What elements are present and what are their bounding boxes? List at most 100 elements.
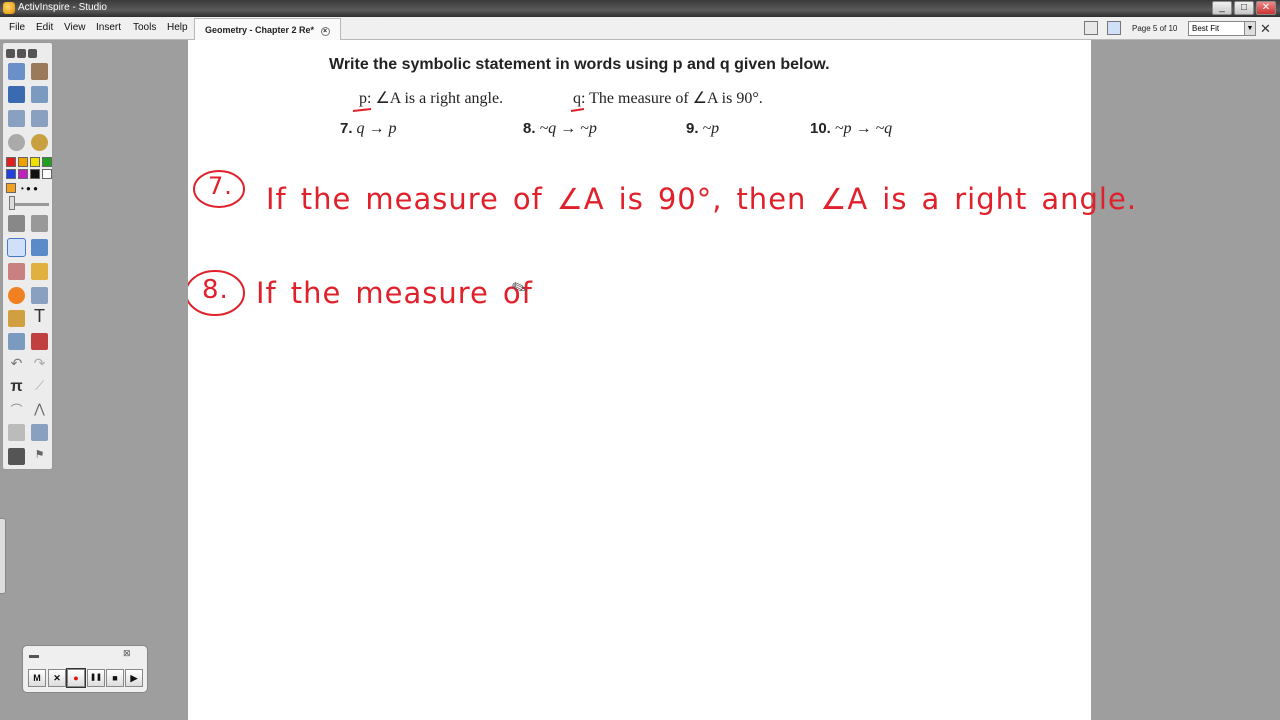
magic-icon[interactable] bbox=[31, 134, 48, 151]
ruler-icon[interactable]: ⌒ bbox=[8, 401, 25, 418]
minimize-button[interactable]: _ bbox=[1212, 1, 1232, 15]
handwritten-word: ∠A bbox=[556, 182, 605, 216]
grid-icon[interactable] bbox=[1107, 21, 1121, 35]
handwritten-word: measure bbox=[355, 276, 489, 310]
stop-button[interactable]: ■ bbox=[106, 669, 124, 687]
window-title: ActivInspire - Studio bbox=[18, 2, 107, 13]
menu-view[interactable]: View bbox=[64, 22, 86, 33]
compass-icon[interactable]: ⋀ bbox=[31, 401, 48, 418]
recorder-close-icon[interactable]: ⊠ bbox=[123, 648, 131, 659]
recorder-menu-button[interactable]: M bbox=[28, 669, 46, 687]
more-colors-icon[interactable] bbox=[6, 183, 16, 193]
p-underline bbox=[352, 108, 372, 112]
recorder-icon: ▬ bbox=[29, 650, 39, 661]
color-swatch-yellow[interactable] bbox=[30, 157, 40, 167]
line-icon[interactable]: ⟋ bbox=[31, 378, 48, 395]
trash-icon[interactable] bbox=[8, 448, 25, 465]
fill-icon[interactable] bbox=[31, 263, 48, 280]
page-indicator: Page 5 of 10 bbox=[1132, 24, 1178, 33]
color-swatch-green[interactable] bbox=[42, 157, 52, 167]
previous-page-icon[interactable] bbox=[8, 110, 25, 127]
menu-help[interactable]: Help bbox=[167, 22, 188, 33]
pen-width-slider[interactable] bbox=[9, 203, 49, 206]
toolbox-header[interactable] bbox=[6, 45, 50, 58]
q-underline bbox=[570, 108, 585, 112]
tab-document[interactable]: Geometry - Chapter 2 Re* × bbox=[194, 18, 341, 40]
close-button[interactable]: ✕ bbox=[1256, 1, 1276, 15]
notebook-icon[interactable] bbox=[31, 63, 48, 80]
color-swatch-black[interactable] bbox=[30, 169, 40, 179]
handwritten-word: is bbox=[882, 182, 908, 216]
handwritten-word: ∠A bbox=[820, 182, 869, 216]
play-button[interactable]: ▶ bbox=[125, 669, 143, 687]
zoom-select[interactable]: Best Fit ▼ bbox=[1188, 21, 1256, 36]
answer-7-label: 7. bbox=[208, 172, 233, 200]
spotlight-icon[interactable] bbox=[8, 333, 25, 350]
pen-icon[interactable] bbox=[7, 238, 26, 257]
handwritten-word: measure bbox=[365, 182, 499, 216]
handwritten-word: the bbox=[300, 182, 352, 216]
menu-edit[interactable]: Edit bbox=[36, 22, 53, 33]
maximize-button[interactable]: □ bbox=[1234, 1, 1254, 15]
right-workspace bbox=[1091, 40, 1280, 720]
undo-icon[interactable]: ↶ bbox=[8, 355, 25, 372]
shape-icon[interactable] bbox=[8, 287, 25, 304]
handwritten-word: a bbox=[921, 182, 941, 216]
select-icon[interactable] bbox=[31, 215, 48, 232]
text-icon[interactable]: T bbox=[31, 307, 48, 325]
color-swatch-orange[interactable] bbox=[18, 157, 28, 167]
menu-tools[interactable]: Tools bbox=[133, 22, 156, 33]
device-icon[interactable] bbox=[8, 424, 25, 441]
handwritten-word: If bbox=[256, 276, 277, 310]
cursor-icon[interactable] bbox=[8, 215, 25, 232]
activinspire-app-icon bbox=[3, 2, 15, 14]
answer-8-label: 8. bbox=[202, 275, 229, 305]
menu-insert[interactable]: Insert bbox=[96, 22, 121, 33]
camera-icon[interactable] bbox=[31, 424, 48, 441]
handwritten-word: of bbox=[512, 182, 543, 216]
page-browser-icon[interactable] bbox=[1084, 21, 1098, 35]
pause-button[interactable]: ❚❚ bbox=[87, 669, 105, 687]
menu-file[interactable]: File bbox=[9, 22, 25, 33]
handwritten-word: right bbox=[954, 182, 1028, 216]
highlighter-icon[interactable] bbox=[31, 239, 48, 256]
color-swatch-blue[interactable] bbox=[6, 169, 16, 179]
chevron-down-icon[interactable]: ▼ bbox=[1244, 22, 1255, 35]
tab-close-icon[interactable]: × bbox=[320, 27, 330, 36]
desktop-annotate-icon[interactable] bbox=[8, 63, 25, 80]
math-icon[interactable]: π bbox=[8, 378, 25, 395]
home-icon[interactable] bbox=[8, 134, 25, 151]
pen-width-slider-thumb[interactable] bbox=[9, 196, 15, 210]
eraser-icon[interactable] bbox=[8, 263, 25, 280]
color-swatch-purple[interactable] bbox=[18, 169, 28, 179]
handwritten-word: is bbox=[618, 182, 644, 216]
search-icon[interactable] bbox=[31, 86, 48, 103]
record-button[interactable]: ● bbox=[66, 668, 86, 688]
side-panel-tab[interactable] bbox=[0, 518, 6, 594]
flag-icon[interactable]: ⚑ bbox=[31, 448, 48, 465]
answer-7: If the measure of ∠A is 90°, then ∠A is a right angl… bbox=[266, 182, 1151, 216]
handwritten-word: the bbox=[290, 276, 342, 310]
redo-icon[interactable]: ↷ bbox=[31, 355, 48, 372]
flipchart-page[interactable]: Write the symbolic statement in words us… bbox=[188, 40, 1136, 720]
recorder-cancel-button[interactable]: ✕ bbox=[48, 669, 66, 687]
document-tab-label: Geometry - Chapter 2 Re* bbox=[205, 25, 315, 35]
menu-bar: File Edit View Insert Tools Help Geometr… bbox=[0, 17, 1280, 40]
recorder-toolbar: ▬ ⊠ M ✕ ● ❚❚ ■ ▶ bbox=[22, 645, 148, 693]
revealer-icon[interactable] bbox=[31, 333, 48, 350]
ink-layer bbox=[188, 108, 585, 316]
color-swatch-red[interactable] bbox=[6, 157, 16, 167]
handwritten-word: angle. bbox=[1041, 182, 1138, 216]
pen-width-icon[interactable]: • ● ● bbox=[21, 184, 38, 193]
handwritten-word: 90°, bbox=[657, 182, 723, 216]
next-page-icon[interactable] bbox=[31, 110, 48, 127]
handwritten-word: then bbox=[736, 182, 807, 216]
fullscreen-icon[interactable]: ✕ bbox=[1260, 21, 1271, 37]
main-toolbox: • ● ● T ↶ ↷ π ⟋ ⌒ ⋀ ⚑ bbox=[2, 42, 53, 470]
zoom-select-value: Best Fit bbox=[1192, 24, 1220, 33]
color-swatch-white[interactable] bbox=[42, 169, 52, 179]
answer-8: If the measure of bbox=[256, 276, 547, 310]
magic-ink-icon[interactable] bbox=[8, 310, 25, 327]
gallery-icon[interactable] bbox=[8, 86, 25, 103]
connector-icon[interactable] bbox=[31, 287, 48, 304]
